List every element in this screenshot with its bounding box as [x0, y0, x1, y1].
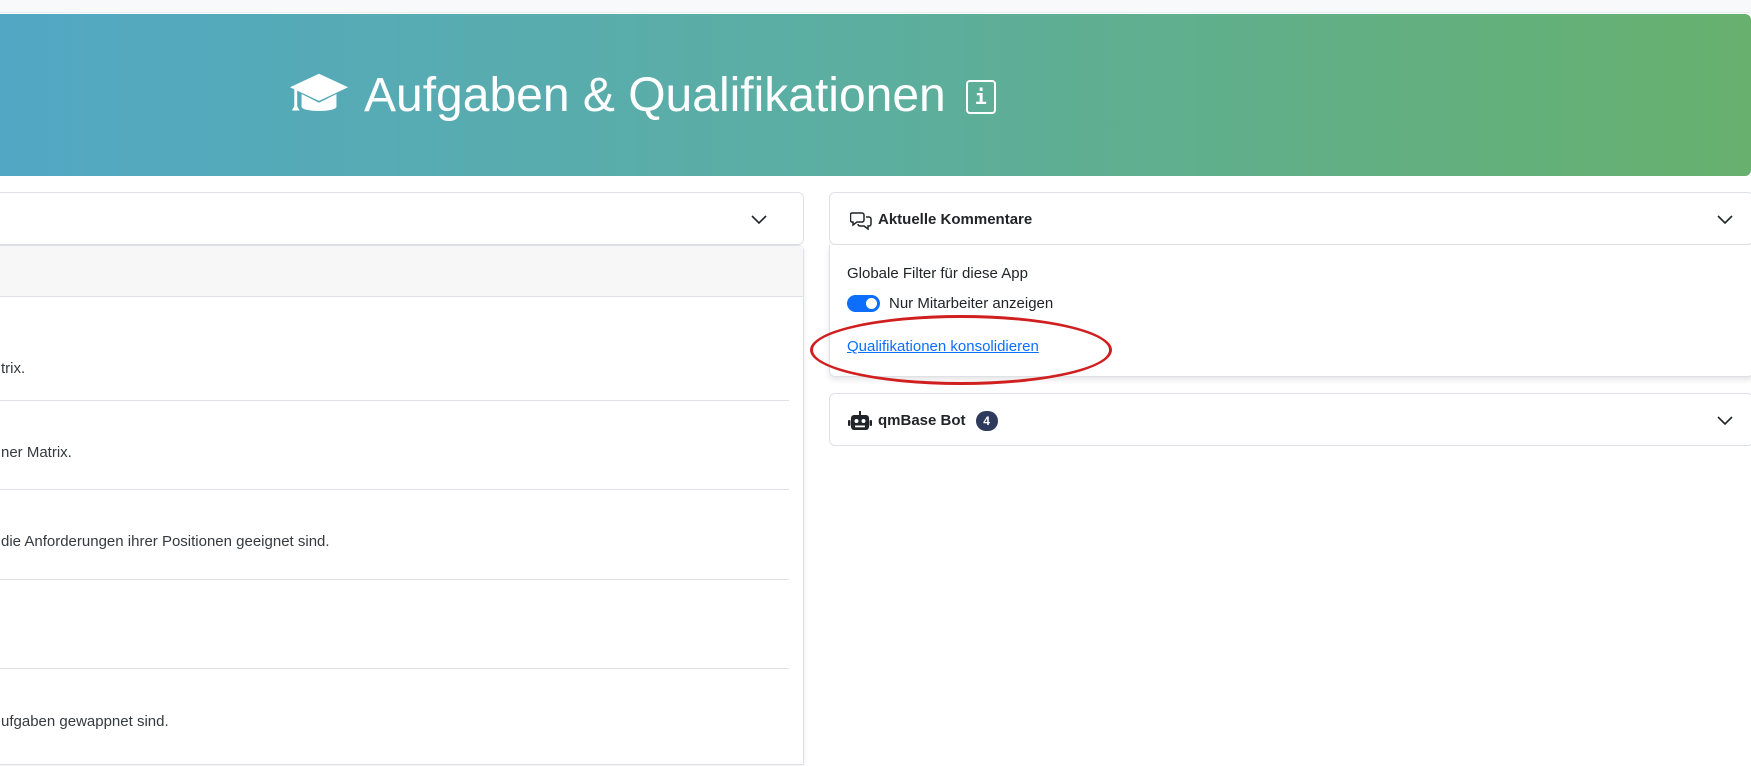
top-bar: [0, 0, 1751, 13]
left-panel-subheader: [0, 246, 803, 297]
chevron-down-icon[interactable]: [1715, 209, 1735, 229]
toggle-label: Nur Mitarbeiter anzeigen: [889, 295, 1054, 312]
list-item[interactable]: die Anforderungen ihrer Positionen geeig…: [0, 489, 789, 580]
graduation-cap-icon: [289, 73, 349, 111]
chevron-down-icon[interactable]: [749, 209, 769, 229]
page-banner: Aufgaben & Qualifikationen i: [0, 14, 1751, 176]
list-item-text: die Anforderungen ihrer Positionen geeig…: [1, 533, 330, 550]
left-panel-header[interactable]: [0, 192, 804, 245]
list-item[interactable]: [0, 579, 789, 669]
employee-filter-toggle-row[interactable]: Nur Mitarbeiter anzeigen: [847, 295, 1053, 312]
list-item[interactable]: ner Matrix.: [0, 400, 789, 490]
chevron-down-icon[interactable]: [1715, 410, 1735, 430]
list-item[interactable]: trix.: [0, 296, 789, 401]
bot-card-header[interactable]: qmBase Bot 4: [829, 393, 1751, 446]
info-button[interactable]: i: [965, 80, 996, 114]
bot-title-group: qmBase Bot 4: [848, 394, 998, 447]
left-panel: trix. ner Matrix. die Anforderungen ihre…: [0, 245, 804, 765]
list-item[interactable]: ufgaben gewappnet sind.: [0, 668, 789, 766]
bot-title: qmBase Bot: [878, 412, 966, 429]
page-title: Aufgaben & Qualifikationen: [364, 68, 946, 122]
comments-title: Aktuelle Kommentare: [878, 211, 1033, 228]
comments-card-header[interactable]: Aktuelle Kommentare: [829, 192, 1751, 245]
global-filter-panel: Globale Filter für diese App Nur Mitarbe…: [829, 245, 1751, 377]
filter-title: Globale Filter für diese App: [847, 265, 1028, 282]
page-title-group: Aufgaben & Qualifikationen i: [288, 14, 996, 176]
list-item-text: ner Matrix.: [1, 444, 72, 461]
employee-filter-toggle[interactable]: [847, 295, 880, 312]
comments-icon: [850, 211, 872, 230]
robot-icon: [848, 410, 872, 430]
comments-title-group: Aktuelle Kommentare: [850, 193, 1032, 246]
bot-count-badge: 4: [975, 410, 998, 431]
list-item-text: trix.: [1, 360, 26, 377]
list-item-text: ufgaben gewappnet sind.: [1, 713, 169, 730]
consolidate-qualifications-link[interactable]: Qualifikationen konsolidieren: [847, 338, 1039, 355]
